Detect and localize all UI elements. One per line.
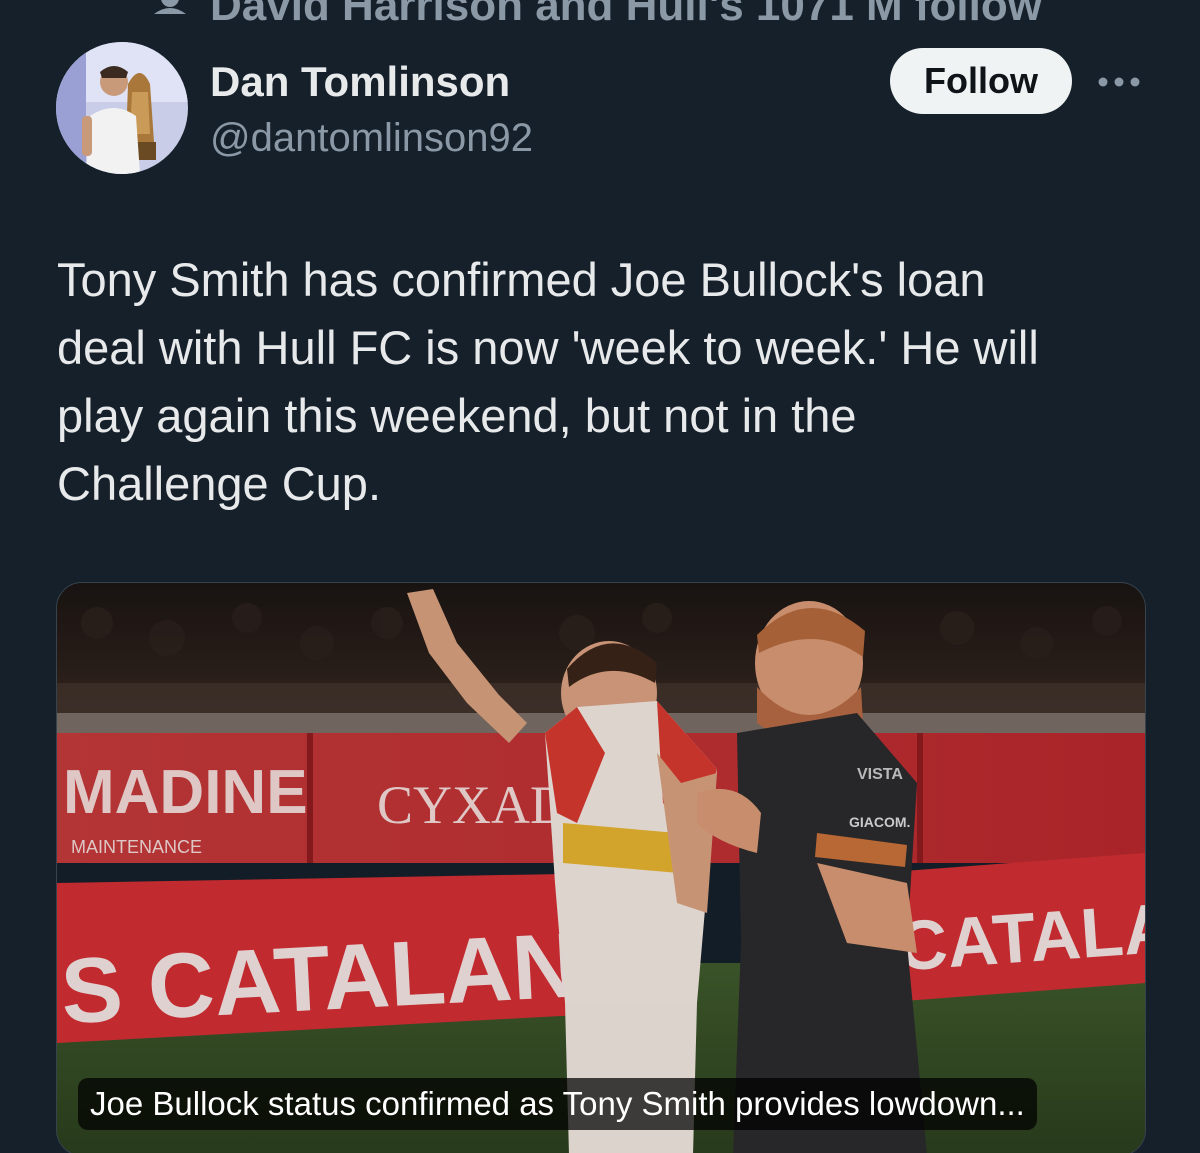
avatar[interactable]: [56, 42, 188, 174]
tweet-page: David Harrison and Hull's 1071 M follow …: [0, 0, 1200, 1153]
card-image: MADINE MAINTENANCE CYXADE S CATALANS CAT…: [57, 583, 1145, 1153]
tweet-text: Tony Smith has confirmed Joe Bullock's l…: [57, 253, 1039, 510]
more-icon[interactable]: [1096, 70, 1142, 94]
author-handle[interactable]: @dantomlinson92: [210, 114, 533, 162]
social-context-text: David Harrison and Hull's 1071 M follow: [210, 0, 1042, 30]
link-card-title[interactable]: Joe Bullock status confirmed as Tony Smi…: [78, 1078, 1037, 1130]
social-context[interactable]: David Harrison and Hull's 1071 M follow: [0, 0, 1200, 28]
link-card[interactable]: MADINE MAINTENANCE CYXADE S CATALANS CAT…: [56, 582, 1146, 1153]
follow-button[interactable]: Follow: [890, 48, 1072, 114]
author-display-name[interactable]: Dan Tomlinson: [210, 58, 510, 106]
person-icon: [154, 0, 186, 14]
